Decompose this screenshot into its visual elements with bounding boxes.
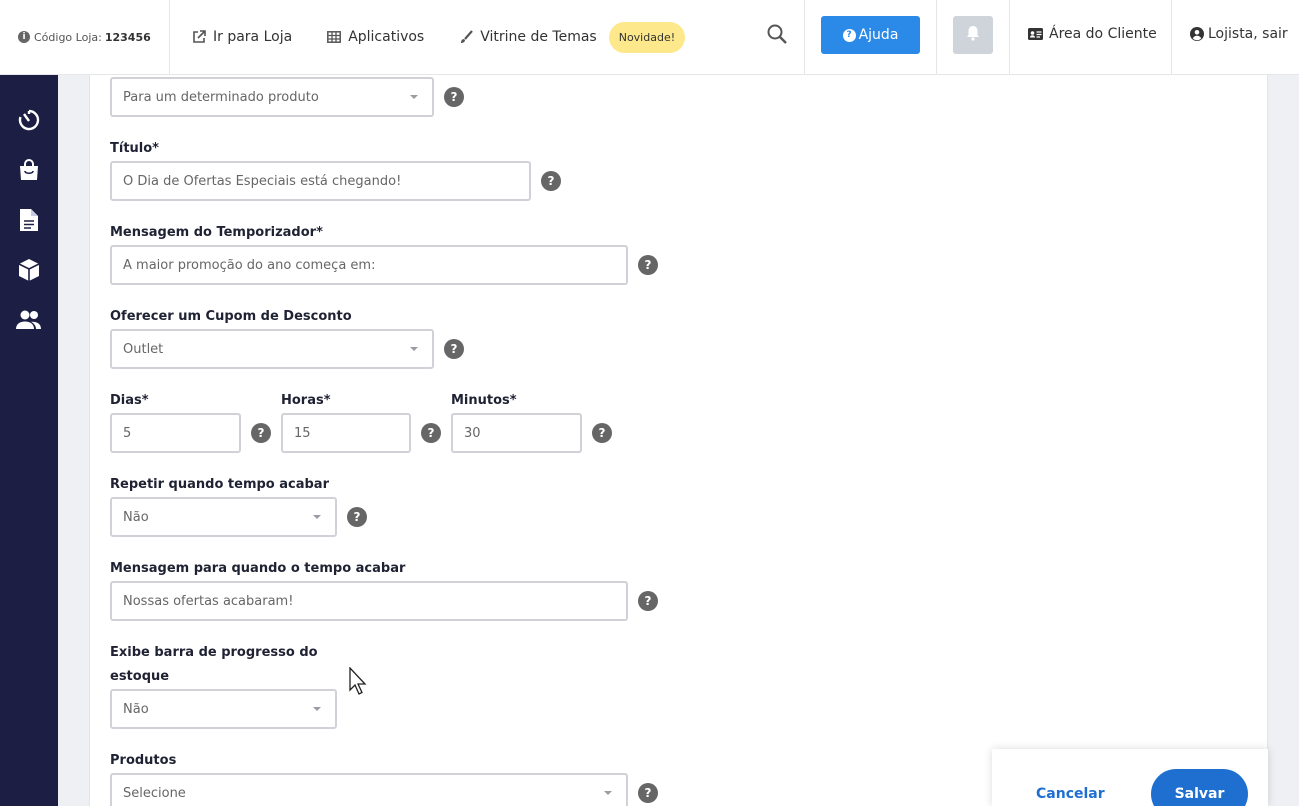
coupon-select[interactable]: Outlet (110, 329, 434, 369)
sidebar-item-products[interactable] (16, 257, 42, 283)
chevron-down-icon (313, 707, 321, 711)
info-icon: i (18, 31, 30, 43)
sidebar-item-customers[interactable] (16, 307, 42, 333)
sidebar (0, 75, 58, 806)
go-to-store-label: Ir para Loja (213, 29, 293, 45)
divider (936, 0, 937, 75)
help-label: Ajuda (858, 27, 899, 43)
stock-bar-select[interactable]: Não (110, 689, 337, 729)
save-button[interactable]: Salvar (1151, 769, 1248, 806)
repeat-value: Não (123, 509, 149, 525)
themes-link[interactable]: Vitrine de Temas Novidade! (459, 21, 686, 53)
timer-message-value: A maior promoção do ano começa em: (123, 257, 376, 273)
form-actions: Cancelar Salvar (992, 749, 1268, 806)
help-icon[interactable]: ? (638, 591, 658, 611)
external-link-icon (192, 30, 206, 44)
help-icon[interactable]: ? (592, 423, 612, 443)
end-message-label: Mensagem para quando o tempo acabar (110, 561, 406, 576)
grid-icon (327, 31, 342, 43)
chevron-down-icon (410, 95, 418, 99)
id-card-icon (1028, 28, 1043, 40)
search-icon[interactable] (766, 23, 788, 49)
go-to-store-link[interactable]: Ir para Loja (192, 29, 292, 45)
user-circle-icon (1190, 27, 1204, 41)
chevron-down-icon (604, 791, 612, 795)
days-input[interactable]: 5 (110, 413, 241, 453)
top-bar: i Código Loja: 123456 Ir para Loja Aplic… (0, 0, 1299, 75)
minutes-input[interactable]: 30 (451, 413, 582, 453)
title-label: Título* (110, 141, 159, 156)
apply-to-select[interactable]: Para um determinado produto (110, 77, 434, 117)
store-code-value: 123456 (104, 30, 151, 44)
apps-link[interactable]: Aplicativos (327, 29, 424, 45)
title-value: O Dia de Ofertas Especiais está chegando… (123, 173, 402, 189)
end-message-value: Nossas ofertas acabaram! (123, 593, 294, 609)
stock-bar-value: Não (123, 701, 149, 717)
users-icon (16, 310, 41, 329)
new-badge: Novidade! (608, 21, 686, 53)
cancel-button[interactable]: Cancelar (1036, 786, 1105, 802)
mouse-cursor-icon (349, 667, 367, 695)
products-value: Selecione (123, 785, 186, 801)
sidebar-item-content[interactable] (16, 207, 42, 233)
apps-label: Aplicativos (348, 29, 425, 45)
divider (1009, 0, 1010, 75)
store-code: i Código Loja: 123456 (0, 0, 170, 75)
divider (1171, 0, 1172, 75)
minutes-label: Minutos* (451, 393, 517, 408)
timer-message-label: Mensagem do Temporizador* (110, 225, 323, 240)
help-icon[interactable]: ? (444, 87, 464, 107)
timer-message-input[interactable]: A maior promoção do ano começa em: (110, 245, 628, 285)
sidebar-item-dashboard[interactable] (16, 107, 42, 133)
help-icon: ? (842, 28, 856, 42)
themes-label: Vitrine de Temas (480, 29, 597, 45)
notifications-button[interactable] (953, 16, 993, 54)
stock-bar-label-line1: Exibe barra de progresso do (110, 645, 318, 660)
help-icon[interactable]: ? (444, 339, 464, 359)
logout-label: Lojista, sair (1208, 26, 1288, 42)
stock-bar-label-line2: estoque (110, 669, 170, 684)
minutes-value: 30 (464, 425, 481, 441)
products-label: Produtos (110, 753, 177, 768)
help-icon[interactable]: ? (347, 507, 367, 527)
repeat-label: Repetir quando tempo acabar (110, 477, 329, 492)
brush-icon (459, 30, 474, 44)
help-button[interactable]: ? Ajuda (821, 16, 920, 54)
apply-to-value: Para um determinado produto (123, 89, 319, 105)
chevron-down-icon (313, 515, 321, 519)
hours-input[interactable]: 15 (281, 413, 411, 453)
help-icon[interactable]: ? (541, 171, 561, 191)
box-icon (18, 259, 40, 281)
help-icon[interactable]: ? (251, 423, 271, 443)
help-icon[interactable]: ? (638, 255, 658, 275)
title-input[interactable]: O Dia de Ofertas Especiais está chegando… (110, 161, 531, 201)
client-area-label: Área do Cliente (1049, 26, 1157, 42)
products-select[interactable]: Selecione (110, 773, 628, 806)
chevron-down-icon (410, 347, 418, 351)
hours-value: 15 (294, 425, 311, 441)
bag-icon (20, 159, 38, 180)
hours-label: Horas* (281, 393, 331, 408)
document-icon (20, 209, 38, 231)
divider (804, 0, 805, 75)
days-label: Dias* (110, 393, 149, 408)
bell-icon (966, 25, 980, 45)
end-message-input[interactable]: Nossas ofertas acabaram! (110, 581, 628, 621)
sidebar-item-orders[interactable] (16, 157, 42, 183)
logout-link[interactable]: Lojista, sair (1190, 26, 1288, 42)
store-code-label: Código Loja: (34, 30, 102, 44)
dashboard-icon (18, 109, 40, 131)
repeat-select[interactable]: Não (110, 497, 337, 537)
coupon-label: Oferecer um Cupom de Desconto (110, 309, 352, 324)
client-area-link[interactable]: Área do Cliente (1028, 26, 1157, 42)
coupon-value: Outlet (123, 341, 164, 357)
help-icon[interactable]: ? (421, 423, 441, 443)
days-value: 5 (123, 425, 132, 441)
help-icon[interactable]: ? (638, 783, 658, 803)
